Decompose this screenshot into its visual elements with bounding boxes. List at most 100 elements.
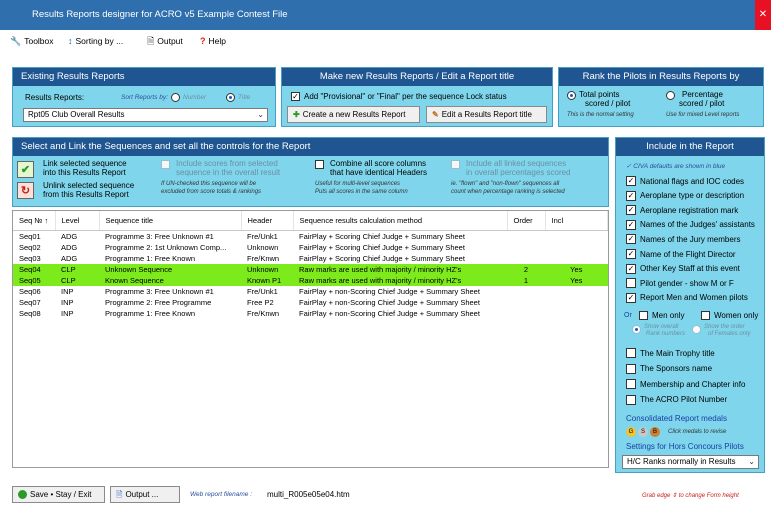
include-option-checkbox[interactable]: ✓ xyxy=(626,249,636,259)
table-row[interactable]: Seq07 INP Programme 2: Free Programme Free … xyxy=(13,297,608,308)
show-order-label-2: of Females only xyxy=(708,331,751,337)
cell-level: CLP xyxy=(55,274,99,286)
cell-method: FairPlay + Scoring Chief Judge + Summary… xyxy=(299,253,465,263)
combine-label-1: Combine all score columns xyxy=(330,159,427,168)
table-row[interactable]: Seq01 ADG Programme 3: Free Unknown #1 Fre/… xyxy=(13,230,608,242)
grab-edge-hint: Grab edge ⇕ to change Form height xyxy=(642,493,739,499)
include-option[interactable]: ✓ Aeroplane registration mark xyxy=(626,205,738,216)
include-linked-checkbox[interactable] xyxy=(451,160,460,169)
unlink-sequence-icon[interactable]: ↻ xyxy=(17,182,34,199)
include-option-checkbox[interactable]: ✓ xyxy=(626,263,636,274)
cell-seq: Seq03 xyxy=(19,253,41,263)
include-option[interactable]: The ACRO Pilot Number xyxy=(626,394,727,405)
chevron-down-icon: ⌄ xyxy=(257,110,264,119)
sequence-table[interactable]: Seq № ↑ Level Sequence title Header Sequ… xyxy=(12,210,609,468)
show-order-radio[interactable] xyxy=(692,325,701,334)
status-bar: Save • Stay / Exit 🗎 Output ... Web repo… xyxy=(0,482,771,505)
cell-method: FairPlay + non-Scoring Chief Judge + Sum… xyxy=(299,297,480,307)
include-option[interactable]: Membership and Chapter info xyxy=(626,379,745,389)
create-report-button[interactable]: ✚ Create a new Results Report xyxy=(287,106,420,123)
link-sequence-icon[interactable]: ✔ xyxy=(17,161,34,178)
include-option-checkbox[interactable] xyxy=(626,348,636,358)
table-row[interactable]: Seq06 INP Programme 3: Free Unknown #1 Fre/… xyxy=(13,286,608,297)
hors-concours-select[interactable]: H/C Ranks normally in Results ⌄ xyxy=(622,455,759,469)
menu-sorting[interactable]: ↕ Sorting by ... xyxy=(68,36,123,46)
table-row[interactable]: Seq05 CLP Known Sequence Known P1 Raw marks … xyxy=(13,274,608,286)
include-option[interactable]: ✓ National flags and IOC codes xyxy=(626,176,744,186)
cell-method: FairPlay + non-Scoring Chief Judge + Sum… xyxy=(299,286,480,296)
include-option-checkbox[interactable]: ✓ xyxy=(626,176,636,186)
col-method-header[interactable]: Sequence results calculation method xyxy=(293,211,508,231)
include-option-checkbox[interactable]: ✓ xyxy=(626,205,636,216)
include-option[interactable]: ✓ Names of the Jury members xyxy=(626,234,740,245)
menu-output[interactable]: 🗎 Output xyxy=(147,36,183,46)
hors-concours-label[interactable]: Settings for Hors Concours Pilots xyxy=(626,442,744,451)
medals-label[interactable]: Consolidated Report medals xyxy=(626,414,727,423)
table-row[interactable]: Seq08 INP Programme 1: Free Known Fre/Knwn F… xyxy=(13,308,608,319)
provisional-label: Add "Provisional" or "Final" per the seq… xyxy=(304,92,507,101)
col-incl-header[interactable]: Incl xyxy=(545,211,608,231)
cell-title: Programme 2: Free Programme xyxy=(105,297,212,307)
col-order-header[interactable]: Order xyxy=(507,211,546,231)
include-option-checkbox[interactable] xyxy=(626,363,636,374)
table-row[interactable]: Seq03 ADG Programme 1: Free Known Fre/Knwn F… xyxy=(13,253,608,264)
include-option-checkbox[interactable]: ✓ xyxy=(626,234,636,245)
cell-header: Fre/Unk1 xyxy=(247,286,278,296)
show-overall-radio[interactable] xyxy=(632,325,641,334)
save-button[interactable]: Save • Stay / Exit xyxy=(12,486,105,503)
sort-number-radio[interactable] xyxy=(171,93,180,102)
menu-help[interactable]: ? Help xyxy=(200,36,226,46)
col-level-header[interactable]: Level xyxy=(55,211,100,231)
civa-note: ✓ CIVA defaults are shown in blue xyxy=(626,162,725,170)
cell-incl xyxy=(545,253,608,264)
table-row[interactable]: Seq02 ADG Programme 2: 1st Unknown Comp...… xyxy=(13,242,608,253)
gold-medal-icon[interactable]: G xyxy=(626,427,636,437)
include-option[interactable]: ✓ Aeroplane type or description xyxy=(626,190,744,201)
include-option[interactable]: ✓ Other Key Staff at this event xyxy=(626,263,740,274)
include-option[interactable]: ✓ Names of the Judges' assistants xyxy=(626,219,755,230)
sort-title-radio[interactable] xyxy=(226,93,235,102)
col-header-header[interactable]: Header xyxy=(241,211,294,231)
provisional-checkbox[interactable]: ✓ xyxy=(291,92,300,101)
cell-level: ADG xyxy=(61,253,78,263)
edit-report-button[interactable]: ✎ Edit a Results Report title xyxy=(426,106,547,123)
table-row[interactable]: Seq04 CLP Unknown Sequence Unknown Raw marks… xyxy=(13,263,608,275)
save-label: Save • Stay / Exit xyxy=(30,490,92,499)
col-seq-header[interactable]: Seq № ↑ xyxy=(13,211,56,231)
link-label-1: Link selected sequence xyxy=(43,159,127,168)
include-option[interactable]: ✓ Report Men and Women pilots xyxy=(626,292,748,303)
cell-method: FairPlay + Scoring Chief Judge + Summary… xyxy=(299,231,465,241)
bronze-medal-icon[interactable]: B xyxy=(650,427,660,437)
include-option[interactable]: ✓ Name of the Flight Director xyxy=(626,249,736,259)
include-option[interactable]: The Main Trophy title xyxy=(626,348,715,358)
women-only-label: Women only xyxy=(714,311,759,320)
include-option-checkbox[interactable] xyxy=(626,278,636,289)
cell-incl: Yes xyxy=(545,274,608,286)
include-scores-checkbox[interactable] xyxy=(161,160,170,169)
silver-medal-icon[interactable]: S xyxy=(638,427,648,437)
include-option-checkbox[interactable]: ✓ xyxy=(626,219,636,230)
include-option-checkbox[interactable]: ✓ xyxy=(626,292,636,303)
report-select[interactable]: Rpt05 Club Overall Results ⌄ xyxy=(23,108,268,122)
include-option-checkbox[interactable] xyxy=(626,394,636,405)
cell-title: Programme 2: 1st Unknown Comp... xyxy=(105,242,227,252)
medals-row: G S B Click medals to revise xyxy=(626,427,726,437)
cell-order xyxy=(507,242,545,253)
combine-columns-checkbox[interactable] xyxy=(315,160,324,169)
make-new-panel: Make new Results Reports / Edit a Report… xyxy=(281,67,553,127)
men-only-checkbox[interactable] xyxy=(639,311,648,320)
include-option[interactable]: The Sponsors name xyxy=(626,363,712,374)
col-title-header[interactable]: Sequence title xyxy=(99,211,242,231)
include-option-checkbox[interactable] xyxy=(626,379,636,389)
rank-total-radio[interactable] xyxy=(567,91,576,100)
plus-icon: ✚ xyxy=(293,110,300,119)
rank-percentage-radio[interactable] xyxy=(666,91,675,100)
include-option[interactable]: Pilot gender - show M or F xyxy=(626,278,734,289)
women-only-checkbox[interactable] xyxy=(701,311,710,320)
output-button[interactable]: 🗎 Output ... xyxy=(110,486,180,503)
existing-reports-header: Existing Results Reports xyxy=(13,68,275,86)
output-label: Output ... xyxy=(125,490,159,499)
menu-toolbox[interactable]: 🔧 Toolbox xyxy=(10,36,54,46)
close-icon[interactable]: ✕ xyxy=(755,0,771,30)
include-option-checkbox[interactable]: ✓ xyxy=(626,190,636,201)
